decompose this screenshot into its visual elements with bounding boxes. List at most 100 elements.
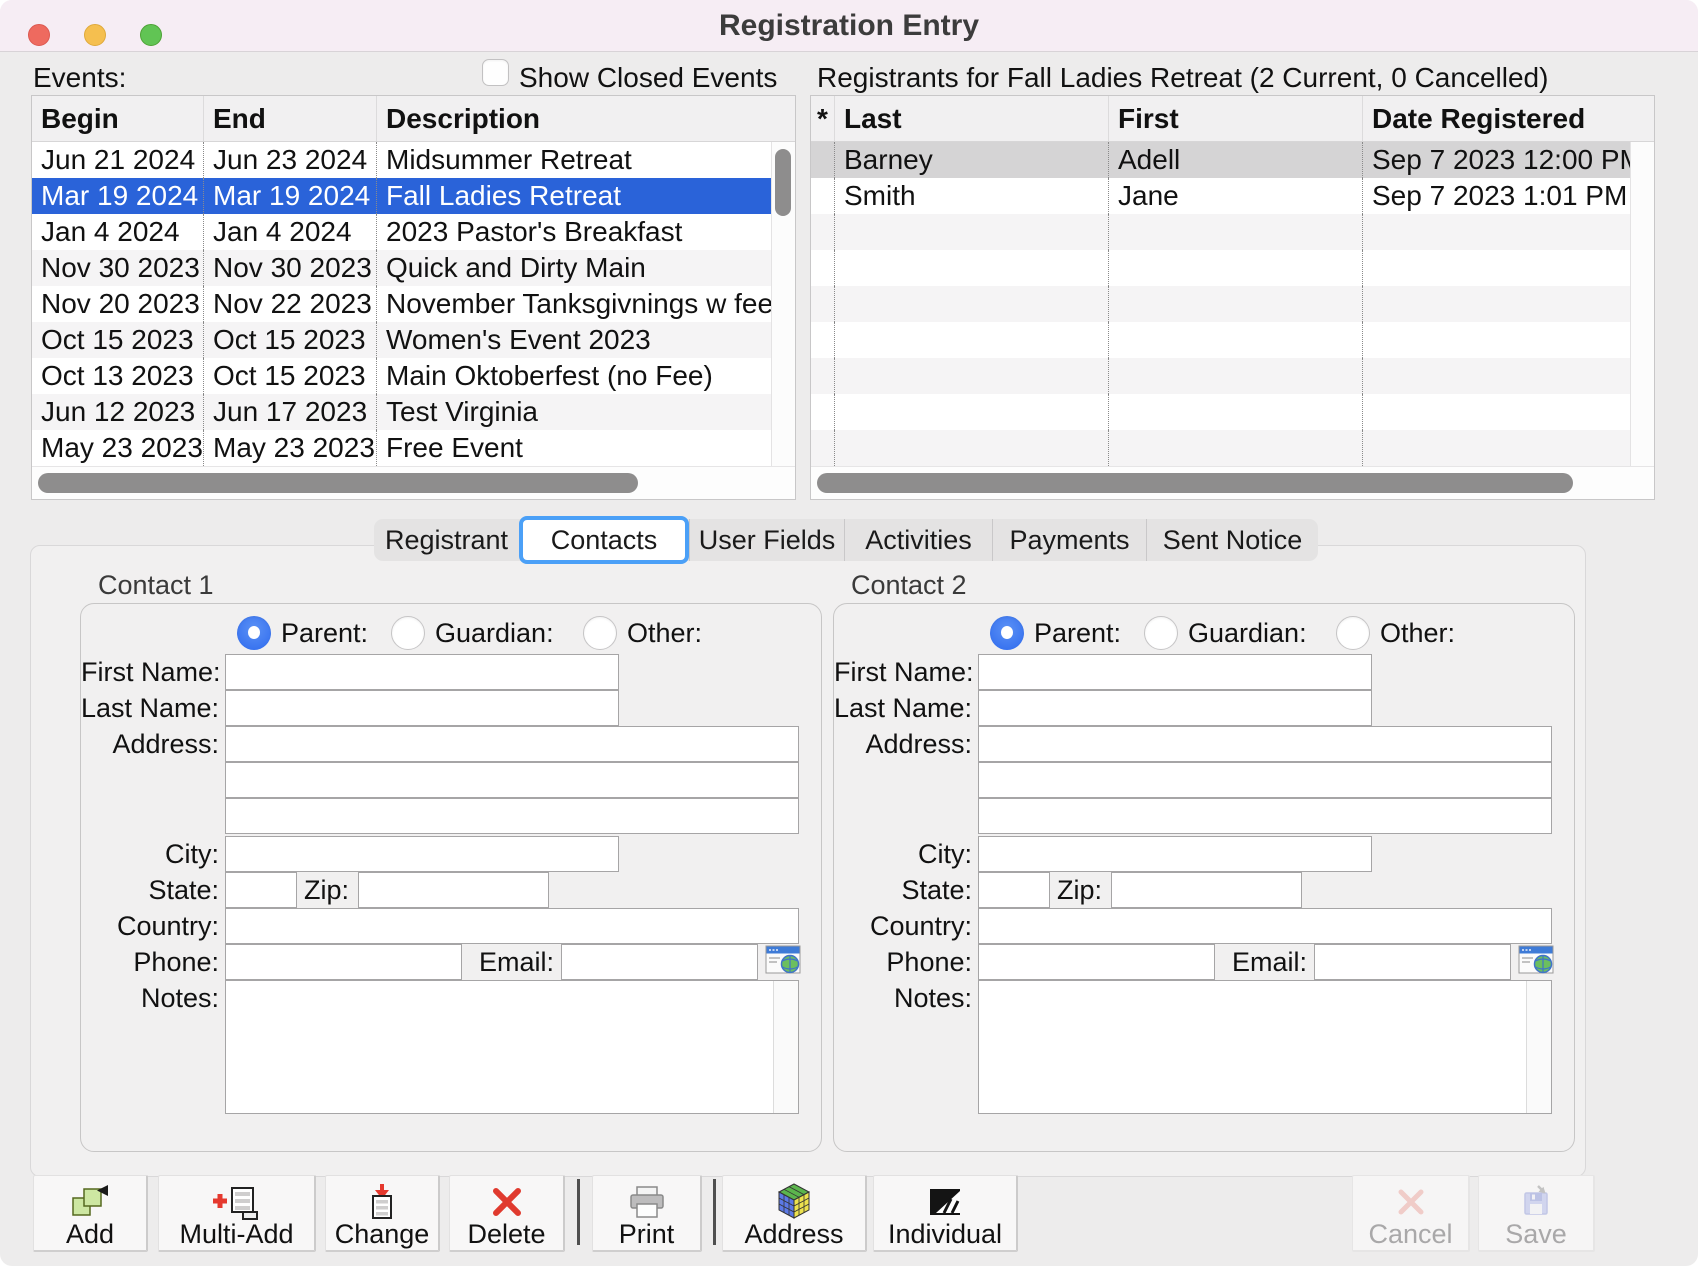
city-label: City:	[81, 836, 219, 872]
events-label: Events:	[33, 62, 126, 94]
tab-contacts[interactable]: Contacts	[519, 516, 689, 564]
table-row[interactable]: Jun 12 2023Jun 17 2023Test Virginia	[32, 394, 795, 430]
country-field-contact-1[interactable]	[225, 908, 799, 944]
table-cell	[1362, 322, 1630, 358]
city-field-contact-2[interactable]	[978, 836, 1372, 872]
table-row[interactable]: Mar 19 2024Mar 19 2024Fall Ladies Retrea…	[32, 178, 795, 214]
window-title: Registration Entry	[0, 0, 1698, 52]
registrants-title: Registrants for Fall Ladies Retreat (2 C…	[817, 62, 1548, 94]
delete-button[interactable]: Delete	[449, 1175, 565, 1252]
registrants-table-header: *LastFirstDate Registered	[811, 96, 1654, 142]
zip-field-contact-2[interactable]	[1111, 872, 1302, 908]
tab-user-fields[interactable]: User Fields	[689, 519, 844, 561]
notes-field-contact-2[interactable]	[978, 980, 1552, 1114]
table-row[interactable]: Oct 15 2023Oct 15 2023Women's Event 2023	[32, 322, 795, 358]
state-field-contact-1[interactable]	[225, 872, 297, 908]
address-line-2-field-contact-2[interactable]	[978, 762, 1552, 798]
table-row[interactable]: May 23 2023May 23 2023Free Event	[32, 430, 795, 466]
tab-registrant[interactable]: Registrant	[374, 519, 519, 561]
multi-add-button[interactable]: Multi-Add	[158, 1175, 316, 1252]
table-cell	[1108, 358, 1362, 394]
save-button[interactable]: Save	[1478, 1175, 1595, 1252]
table-cell	[834, 322, 1108, 358]
events-column-header: Description	[376, 96, 771, 141]
table-row[interactable]: Nov 30 2023Nov 30 2023Quick and Dirty Ma…	[32, 250, 795, 286]
individual-button-label: Individual	[874, 1220, 1016, 1249]
email-field-contact-1[interactable]	[561, 944, 758, 980]
city-field-contact-1[interactable]	[225, 836, 619, 872]
individual-button[interactable]: Individual	[873, 1175, 1018, 1252]
cancel-button[interactable]: Cancel	[1352, 1175, 1470, 1252]
table-cell: May 23 2023	[203, 430, 376, 466]
contact-1-label: Contact 1	[98, 570, 214, 601]
notes-scrollbar[interactable]	[1526, 981, 1551, 1113]
titlebar: Registration Entry	[0, 0, 1698, 52]
address-line-3-field-contact-2[interactable]	[978, 798, 1552, 834]
first-name-field-contact-1[interactable]	[225, 654, 619, 690]
tab-activities[interactable]: Activities	[844, 519, 992, 561]
guardian-radio-contact-2[interactable]	[1144, 616, 1178, 650]
registrants-table-body: BarneyAdellSep 7 2023 12:00 PMSmithJaneS…	[811, 142, 1654, 466]
first-name-field-contact-2[interactable]	[978, 654, 1372, 690]
address-line-2-field-contact-1[interactable]	[225, 762, 799, 798]
events-vertical-scrollbar[interactable]	[771, 142, 795, 466]
guardian-radio-label: Guardian:	[435, 616, 554, 650]
table-cell	[1362, 430, 1630, 466]
cancel-button-label: Cancel	[1353, 1220, 1468, 1249]
registrants-horizontal-scrollbar[interactable]	[811, 466, 1654, 499]
contact-2-box: Parent:Guardian:Other:First Name:Last Na…	[833, 603, 1575, 1152]
tab-payments[interactable]: Payments	[992, 519, 1146, 561]
scrollbar-thumb[interactable]	[775, 149, 791, 216]
phone-field-contact-1[interactable]	[225, 944, 462, 980]
print-button-label: Print	[593, 1220, 700, 1249]
empty-table-row	[811, 214, 1654, 250]
country-field-contact-2[interactable]	[978, 908, 1552, 944]
scrollbar-thumb[interactable]	[38, 473, 638, 493]
other-radio-contact-2[interactable]	[1336, 616, 1370, 650]
table-row[interactable]: Jun 21 2024Jun 23 2024Midsummer Retreat	[32, 142, 795, 178]
email-window-globe-icon[interactable]	[765, 942, 801, 978]
phone-field-contact-2[interactable]	[978, 944, 1215, 980]
table-cell: Sep 7 2023 1:01 PM	[1362, 178, 1630, 214]
guardian-radio-contact-1[interactable]	[391, 616, 425, 650]
registrants-table: *LastFirstDate Registered BarneyAdellSep…	[810, 95, 1655, 500]
notes-field-contact-1[interactable]	[225, 980, 799, 1114]
registrants-vertical-scrollbar[interactable]	[1630, 142, 1654, 466]
show-closed-events-checkbox[interactable]	[482, 59, 509, 86]
zip-field-contact-1[interactable]	[358, 872, 549, 908]
address-line-1-field-contact-1[interactable]	[225, 726, 799, 762]
table-row[interactable]: SmithJaneSep 7 2023 1:01 PM	[811, 178, 1654, 214]
table-cell	[1362, 358, 1630, 394]
notes-scrollbar[interactable]	[773, 981, 798, 1113]
table-cell: Nov 30 2023	[32, 250, 203, 286]
address-button[interactable]: Address	[722, 1175, 867, 1252]
table-cell	[1108, 214, 1362, 250]
other-radio-contact-1[interactable]	[583, 616, 617, 650]
table-row[interactable]: Nov 20 2023Nov 22 2023November Tanksgivn…	[32, 286, 795, 322]
table-row[interactable]: Jan 4 2024Jan 4 20242023 Pastor's Breakf…	[32, 214, 795, 250]
table-row[interactable]: Oct 13 2023Oct 15 2023Main Oktoberfest (…	[32, 358, 795, 394]
state-field-contact-2[interactable]	[978, 872, 1050, 908]
tab-sent-notice[interactable]: Sent Notice	[1146, 519, 1318, 561]
table-cell: Jun 21 2024	[32, 142, 203, 178]
cancel-icon	[1353, 1176, 1468, 1220]
scrollbar-thumb[interactable]	[817, 473, 1573, 493]
empty-table-row	[811, 394, 1654, 430]
change-button-label: Change	[326, 1220, 438, 1249]
events-horizontal-scrollbar[interactable]	[32, 466, 795, 499]
email-window-globe-icon[interactable]	[1518, 942, 1554, 978]
change-button[interactable]: Change	[325, 1175, 440, 1252]
table-row[interactable]: BarneyAdellSep 7 2023 12:00 PM	[811, 142, 1654, 178]
last-name-field-contact-2[interactable]	[978, 690, 1372, 726]
address-line-1-field-contact-2[interactable]	[978, 726, 1552, 762]
email-field-contact-2[interactable]	[1314, 944, 1511, 980]
add-button[interactable]: Add	[33, 1175, 148, 1252]
table-cell	[811, 286, 834, 322]
last-name-field-contact-1[interactable]	[225, 690, 619, 726]
table-cell: Jun 12 2023	[32, 394, 203, 430]
parent-radio-contact-2[interactable]	[990, 616, 1024, 650]
address-line-3-field-contact-1[interactable]	[225, 798, 799, 834]
print-button[interactable]: Print	[592, 1175, 702, 1252]
table-cell	[1108, 322, 1362, 358]
parent-radio-contact-1[interactable]	[237, 616, 271, 650]
